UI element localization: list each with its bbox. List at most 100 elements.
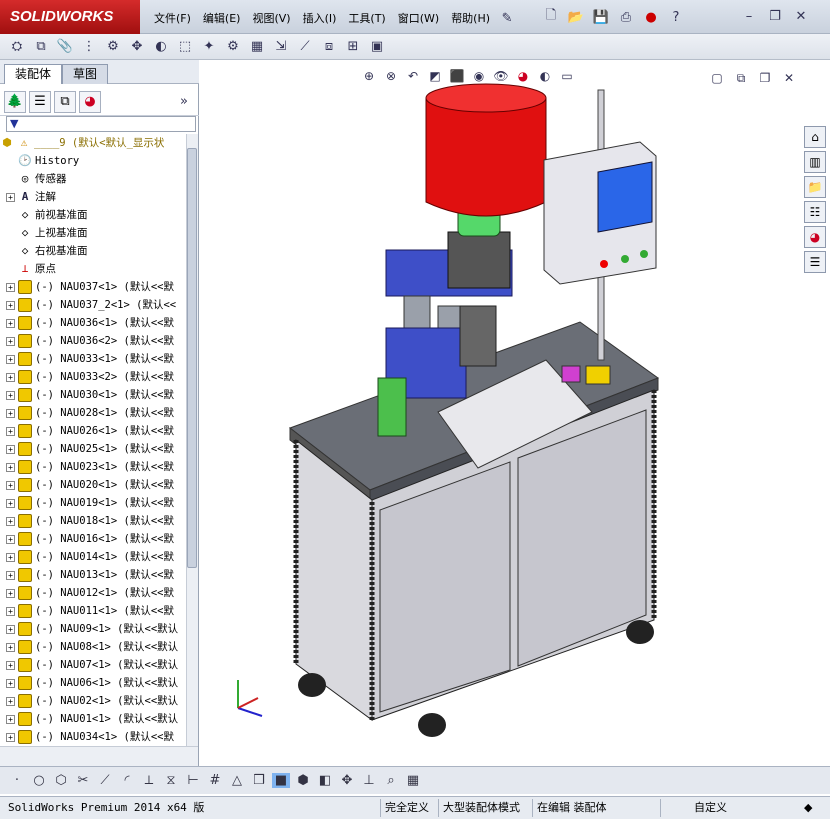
expand-icon[interactable]: + [6,390,15,400]
tree-item-origin[interactable]: ⊥ 原点 [0,260,186,278]
insert-component-icon[interactable]: ⛭ [6,37,28,57]
smart-fasteners-icon[interactable]: ⚙ [102,37,124,57]
tab-sketch[interactable]: 草图 [62,64,109,84]
expand-chevron-icon[interactable]: » [173,92,195,112]
new-document-icon[interactable]: 🗋 [540,7,562,27]
expand-icon[interactable]: + [6,192,15,202]
apply-scene-icon[interactable]: ◐ [536,68,554,84]
measure-icon[interactable]: ⊥ [360,773,378,788]
expand-icon[interactable]: + [6,678,15,688]
reference-geometry-icon[interactable]: ✦ [198,37,220,57]
menu-file[interactable]: 文件(F) [148,8,197,28]
property-manager-icon[interactable]: ☰ [29,90,51,113]
expand-icon[interactable]: + [6,552,15,562]
zoom-icon[interactable]: ⌕ [382,773,400,788]
expand-icon[interactable]: + [6,534,15,544]
expand-icon[interactable]: + [6,606,15,616]
menu-tools[interactable]: 工具(T) [342,8,391,28]
mate-icon[interactable]: ⧉ [30,37,52,57]
viewport-tile-icon[interactable]: ⧉ [732,70,750,86]
expand-icon[interactable]: + [6,570,15,580]
configuration-manager-icon[interactable]: ⧉ [54,90,76,113]
bill-of-materials-icon[interactable]: ▦ [246,37,268,57]
tree-item-part[interactable]: + (-) NAU014<1> (默认<<默 [0,548,186,566]
tree-item-annotations[interactable]: + A 注解 [0,188,186,206]
expand-icon[interactable]: + [6,624,15,634]
tree-item-part[interactable]: + (-) NAU025<1> (默认<<默 [0,440,186,458]
circle-icon[interactable]: ○ [30,773,48,788]
appearances-icon[interactable]: ◕ [804,226,826,248]
move-icon[interactable]: ✥ [338,773,356,788]
tree-item-part[interactable]: + (-) NAU033<1> (默认<<默 [0,350,186,368]
graphics-area[interactable] [200,60,830,766]
expand-icon[interactable]: + [6,354,15,364]
cube-icon[interactable]: ❒ [250,773,268,788]
grid-icon[interactable]: # [206,773,224,788]
tree-item-right-plane[interactable]: ◇ 右视基准面 [0,242,186,260]
view-orientation-icon[interactable]: ⬛ [448,68,466,84]
help-icon[interactable]: ? [665,7,687,27]
expand-icon[interactable]: + [6,660,15,670]
show-hidden-icon[interactable]: ◐ [150,37,172,57]
view-settings-icon[interactable]: ▭ [558,68,576,84]
offset-icon[interactable]: ⟂ [140,773,158,788]
display-style-icon[interactable]: ◉ [470,68,488,84]
solidworks-logo[interactable]: SOLIDWORKS [0,0,140,34]
print-icon[interactable]: ⎙ [615,7,637,27]
tree-item-part[interactable]: + (-) NAU02<1> (默认<<默认 [0,692,186,710]
expand-icon[interactable]: + [6,480,15,490]
hide-show-items-icon[interactable]: 👁 [492,68,510,84]
tree-item-part[interactable]: + (-) NAU037<1> (默认<<默 [0,278,186,296]
polygon-icon[interactable]: ⬡ [52,773,70,788]
tree-scroll-thumb[interactable] [187,148,197,568]
tree-item-part[interactable]: + (-) NAU030<1> (默认<<默 [0,386,186,404]
tree-item-part[interactable]: + (-) NAU016<1> (默认<<默 [0,530,186,548]
menu-window[interactable]: 窗口(W) [392,8,445,28]
line-icon[interactable]: ⟋ [96,773,114,788]
clearance-verification-icon[interactable]: ⊞ [342,37,364,57]
minimize-icon[interactable]: – [738,6,760,26]
tree-item-top-plane[interactable]: ◇ 上视基准面 [0,224,186,242]
tree-item-part[interactable]: + (-) NAU09<1> (默认<<默认 [0,620,186,638]
expand-icon[interactable]: + [6,462,15,472]
tree-horizontal-scrollbar[interactable] [0,746,198,766]
tree-item-part[interactable]: + (-) NAU08<1> (默认<<默认 [0,638,186,656]
tree-item-part[interactable]: + (-) NAU034<1> (默认<<默 [0,728,186,746]
expand-icon[interactable]: + [6,408,15,418]
menu-view[interactable]: 视图(V) [246,8,296,28]
pin-icon[interactable]: ✎ [496,8,518,28]
rebuild-traffic-light-icon[interactable]: ● [640,7,662,27]
shaded-cube-icon[interactable]: ■ [272,773,290,788]
exploded-view-icon[interactable]: ⇲ [270,37,292,57]
expand-icon[interactable]: + [6,516,15,526]
new-motion-study-icon[interactable]: ⚙ [222,37,244,57]
dimension-icon[interactable]: ⊢ [184,773,202,788]
menu-help[interactable]: 帮助(H) [445,8,496,28]
tree-item-part[interactable]: + (-) NAU036<1> (默认<<默 [0,314,186,332]
tree-item-part[interactable]: + (-) NAU01<1> (默认<<默认 [0,710,186,728]
custom-properties-icon[interactable]: ☰ [804,251,826,273]
save-icon[interactable]: 💾 [590,7,612,27]
tree-root[interactable]: ⬢ ⚠ ____9 (默认<默认_显示状 [0,134,186,152]
fillet-icon[interactable]: ◜ [118,773,136,788]
section-view-icon[interactable]: ◩ [426,68,444,84]
restore-icon[interactable]: ❐ [764,6,786,26]
expand-icon[interactable]: + [6,732,15,742]
tree-item-front-plane[interactable]: ◇ 前视基准面 [0,206,186,224]
edit-appearance-icon[interactable]: ◕ [514,68,532,84]
viewport-minimize-icon[interactable]: ▢ [708,70,726,86]
table-icon[interactable]: ▦ [404,773,422,788]
rebuild-icon[interactable]: ◆ [800,799,816,817]
expand-icon[interactable]: + [6,300,15,310]
status-units[interactable]: 自定义 [660,799,760,817]
explode-line-sketch-icon[interactable]: ⟋ [294,37,316,57]
tree-item-part[interactable]: + (-) NAU018<1> (默认<<默 [0,512,186,530]
tree-item-part[interactable]: + (-) NAU026<1> (默认<<默 [0,422,186,440]
expand-icon[interactable]: + [6,444,15,454]
zoom-to-area-icon[interactable]: ⊗ [382,68,400,84]
triangle-icon[interactable]: △ [228,773,246,788]
zoom-to-fit-icon[interactable]: ⊕ [360,68,378,84]
previous-view-icon[interactable]: ↶ [404,68,422,84]
viewport-close-icon[interactable]: ✕ [780,70,798,86]
tree-item-history[interactable]: 🕑 History [0,152,186,170]
